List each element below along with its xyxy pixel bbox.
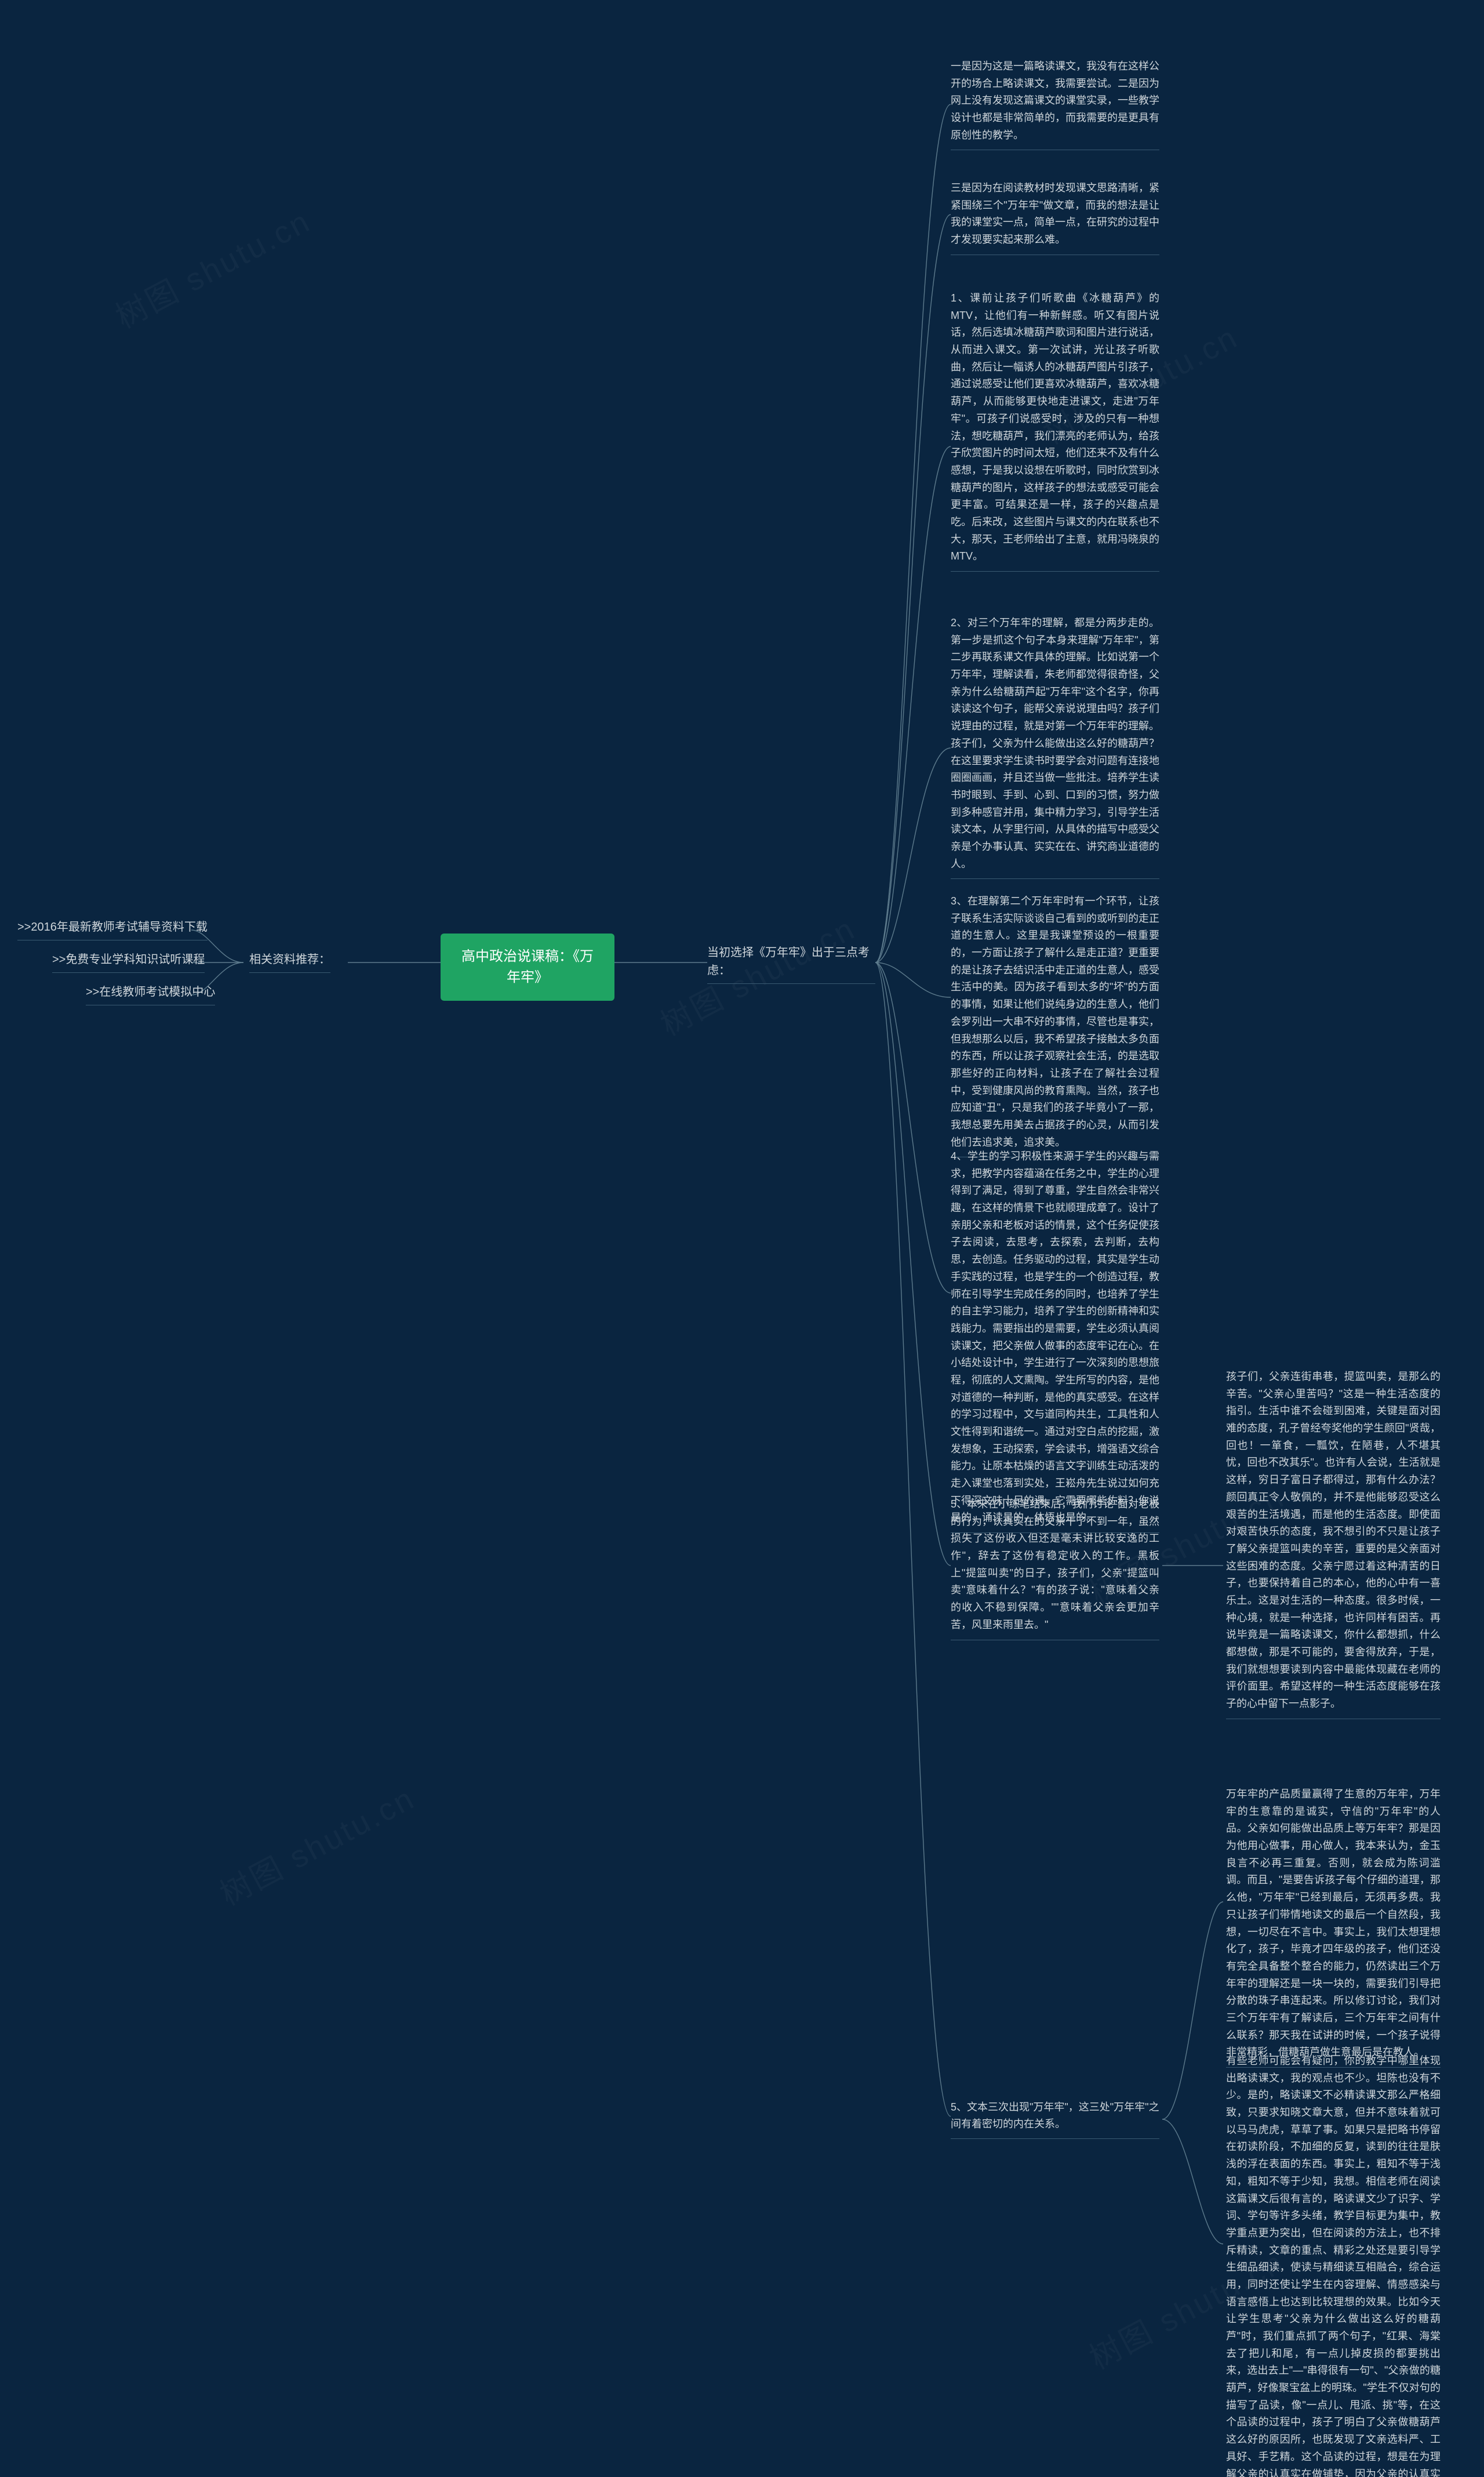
- right-child-2[interactable]: 三是因为在阅读教材时发现课文思路清晰，紧紧围绕三个"万年牢"做文章，而我的想法是…: [951, 180, 1159, 255]
- right-child-5[interactable]: 3、在理解第二个万年牢时有一个环节，让孩子联系生活实际谈谈自己看到的或听到的走正…: [951, 893, 1159, 1157]
- left-item-text: >>在线教师考试模拟中心: [86, 983, 215, 1005]
- right-branch-label-text: 当初选择《万年牢》出于三点考虑：: [707, 946, 870, 977]
- mindmap-canvas: 树图 shutu.cn 树图 shutu.cn 树图 shutu.cn 树图 s…: [0, 0, 1484, 2477]
- right-child-4[interactable]: 2、对三个万年牢的理解，都是分两步走的。第一步是抓这个句子本身来理解"万年牢"，…: [951, 615, 1159, 879]
- watermark: 树图 shutu.cn: [210, 1773, 422, 1915]
- right-child-sub-text: 万年牢的产品质量赢得了生意的万年牢，万年牢的生意靠的是诚实，守信的"万年牢"的人…: [1226, 1788, 1441, 2058]
- center-topic[interactable]: 高中政治说课稿：《万年牢》: [441, 934, 614, 1001]
- right-child-text: 三是因为在阅读教材时发现课文思路清晰，紧紧围绕三个"万年牢"做文章，而我的想法是…: [951, 182, 1159, 245]
- right-child-3[interactable]: 1、课前让孩子们听歌曲《冰糖葫芦》的MTV，让他们有一种新鲜感。听又有图片说话，…: [951, 290, 1159, 572]
- left-item[interactable]: >>2016年最新教师考试辅导资料下载: [17, 918, 208, 944]
- right-child-text: 4、学生的学习积极性来源于学生的兴趣与需求，把教学内容蕴涵在任务之中，学生的心理…: [951, 1150, 1159, 1523]
- left-item[interactable]: >>免费专业学科知识试听课程: [52, 951, 205, 976]
- left-item-text: >>2016年最新教师考试辅导资料下载: [17, 918, 208, 940]
- left-item[interactable]: >>在线教师考试模拟中心: [86, 983, 215, 1009]
- left-item-text: >>免费专业学科知识试听课程: [52, 951, 205, 973]
- watermark: 树图 shutu.cn: [106, 196, 318, 337]
- right-branch-label[interactable]: 当初选择《万年牢》出于三点考虑：: [707, 944, 875, 984]
- left-branch-label[interactable]: 相关资料推荐：: [249, 951, 330, 973]
- right-child-7[interactable]: 5、本来在小练笔结束后，我们讨论"面对老板的行为，认真实在的父亲干了不到一年，虽…: [951, 1496, 1159, 1640]
- left-branch-label-text: 相关资料推荐：: [249, 953, 330, 966]
- right-child-text: 1、课前让孩子们听歌曲《冰糖葫芦》的MTV，让他们有一种新鲜感。听又有图片说话，…: [951, 292, 1159, 562]
- right-child-7-sub[interactable]: 孩子们，父亲连街串巷，提篮叫卖，是那么的辛苦。"父亲心里苦吗？"这是一种生活态度…: [1226, 1368, 1441, 1719]
- right-child-text: 2、对三个万年牢的理解，都是分两步走的。第一步是抓这个句子本身来理解"万年牢"，…: [951, 617, 1159, 870]
- right-child-text: 5、本来在小练笔结束后，我们讨论"面对老板的行为，认真实在的父亲干了不到一年，虽…: [951, 1498, 1159, 1630]
- right-child-text: 3、在理解第二个万年牢时有一个环节，让孩子联系生活实际谈谈自己看到的或听到的走正…: [951, 895, 1159, 1148]
- right-child-sub-text: 孩子们，父亲连街串巷，提篮叫卖，是那么的辛苦。"父亲心里苦吗？"这是一种生活态度…: [1226, 1371, 1441, 1709]
- right-child-text: 一是因为这是一篇略读课文，我没有在这样公开的场合上略读课文，我需要尝试。二是因为…: [951, 60, 1159, 141]
- center-title: 高中政治说课稿：《万年牢》: [461, 949, 594, 985]
- right-child-text: 5、文本三次出现"万年牢"，这三处"万年牢"之间有着密切的内在关系。: [951, 2101, 1159, 2130]
- right-child-1[interactable]: 一是因为这是一篇略读课文，我没有在这样公开的场合上略读课文，我需要尝试。二是因为…: [951, 58, 1159, 150]
- right-child-8[interactable]: 5、文本三次出现"万年牢"，这三处"万年牢"之间有着密切的内在关系。: [951, 2099, 1159, 2139]
- right-child-6[interactable]: 4、学生的学习积极性来源于学生的兴趣与需求，把教学内容蕴涵在任务之中，学生的心理…: [951, 1148, 1159, 1533]
- right-child-8-sub-1[interactable]: 万年牢的产品质量赢得了生意的万年牢，万年牢的生意靠的是诚实，守信的"万年牢"的人…: [1226, 1786, 1441, 2068]
- right-child-sub-text: 有些老师可能会有疑问，你的教学中哪里体现出略读课文，我的观点也不少。坦陈也没有不…: [1226, 2055, 1441, 2477]
- right-child-8-sub-2[interactable]: 有些老师可能会有疑问，你的教学中哪里体现出略读课文，我的观点也不少。坦陈也没有不…: [1226, 2053, 1441, 2477]
